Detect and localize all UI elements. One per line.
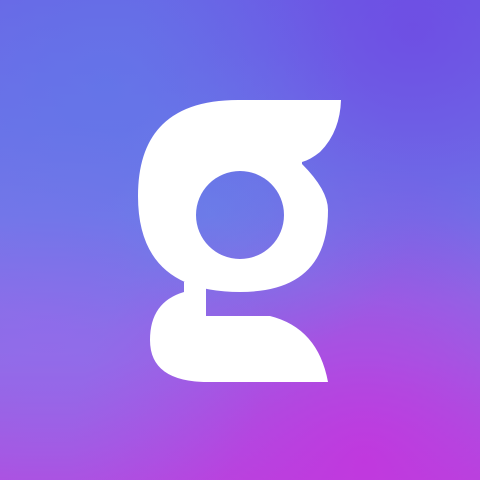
logo-bowl xyxy=(138,100,341,292)
logo-tail xyxy=(150,282,328,382)
g-logo-icon xyxy=(138,100,341,382)
app-icon-tile xyxy=(0,0,480,480)
